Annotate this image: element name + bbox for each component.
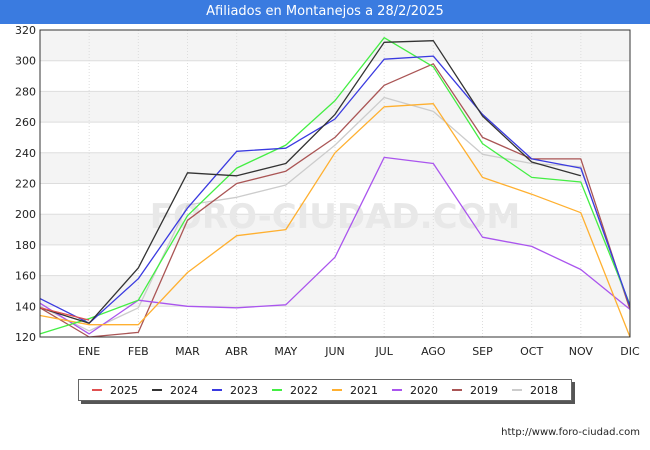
legend-swatch (512, 389, 522, 391)
y-tick-label: 280 (15, 85, 36, 98)
watermark-text: FORO-CIUDAD.COM (150, 197, 521, 237)
x-tick-label: OCT (520, 345, 543, 358)
y-tick-label: 220 (15, 178, 36, 191)
legend-swatch (212, 389, 222, 391)
legend: 2025 2024 2023 2022 2021 2020 2019 2018 (78, 379, 572, 401)
x-tick-label: AGO (421, 345, 446, 358)
legend-label: 2019 (470, 383, 498, 397)
y-tick-label: 180 (15, 239, 36, 252)
y-tick-label: 140 (15, 300, 36, 313)
legend-item-2022: 2022 (272, 384, 318, 397)
x-tick-label: DIC (620, 345, 640, 358)
y-tick-label: 320 (15, 24, 36, 37)
legend-swatch (272, 389, 282, 391)
x-tick-label: ABR (225, 345, 248, 358)
y-tick-label: 260 (15, 116, 36, 129)
legend-label: 2021 (350, 383, 378, 397)
legend-item-2024: 2024 (152, 384, 198, 397)
x-tick-label: SEP (472, 345, 493, 358)
y-tick-label: 120 (15, 331, 36, 344)
x-tick-label: JUL (374, 345, 393, 358)
legend-swatch (152, 389, 162, 391)
x-tick-label: FEB (128, 345, 149, 358)
legend-swatch (92, 389, 102, 391)
grid-band (40, 275, 630, 307)
y-tick-label: 160 (15, 270, 36, 283)
legend-label: 2023 (230, 383, 258, 397)
legend-item-2020: 2020 (392, 384, 438, 397)
x-tick-label: JUN (324, 345, 345, 358)
legend-item-2021: 2021 (332, 384, 378, 397)
legend-label: 2022 (290, 383, 318, 397)
legend-label: 2018 (530, 383, 558, 397)
x-tick-label: ENE (78, 345, 100, 358)
y-tick-label: 240 (15, 147, 36, 160)
x-axis-ticks: ENE FEB MAR ABR MAY JUN JUL AGO SEP OCT NOV DIC (78, 345, 640, 358)
x-tick-label: MAY (274, 345, 297, 358)
legend-swatch (332, 389, 342, 391)
legend-swatch (392, 389, 402, 391)
legend-label: 2025 (110, 383, 138, 397)
legend-label: 2024 (170, 383, 198, 397)
source-url: http://www.foro-ciudad.com (501, 427, 640, 438)
legend-item-2025: 2025 (92, 384, 138, 397)
legend-label: 2020 (410, 383, 438, 397)
legend-item-2019: 2019 (452, 384, 498, 397)
legend-item-2018: 2018 (512, 384, 558, 397)
legend-item-2023: 2023 (212, 384, 258, 397)
y-axis-ticks: 120 140 160 180 200 220 240 260 280 300 320 (15, 24, 36, 344)
y-tick-label: 300 (15, 55, 36, 68)
x-tick-label: MAR (175, 345, 200, 358)
legend-swatch (452, 389, 462, 391)
y-tick-label: 200 (15, 208, 36, 221)
x-tick-label: NOV (569, 345, 594, 358)
